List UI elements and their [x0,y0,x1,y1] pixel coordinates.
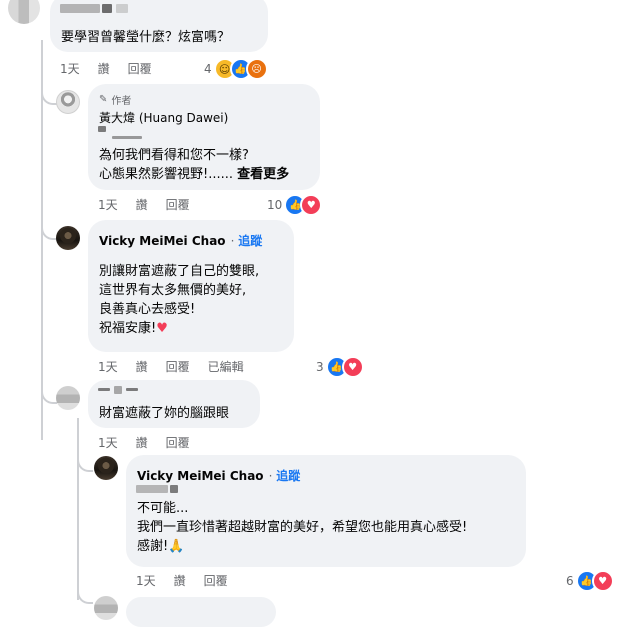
love-icon: ♥ [300,194,323,216]
comment-bubble: Vicky MeiMei Chao · 追蹤 不可能... 我們一直珍惜著超越財… [126,455,526,567]
comment-header: Vicky MeiMei Chao · 追蹤 [137,469,301,483]
redacted-mention [136,485,168,493]
redacted-name [116,4,128,13]
comment-actions: 1天 讚 回覆 已編輯 [98,358,244,375]
reaction-count: 3 [316,360,324,374]
comment-text: 良善真心去感受! [99,302,196,317]
timestamp[interactable]: 1天 [60,60,80,77]
like-button[interactable]: 讚 [136,434,148,451]
pray-emoji: 🙏 [168,539,185,554]
love-icon: ♥ [591,570,614,592]
comment-text: 感謝!🙏 [137,539,185,554]
thread-connector [41,85,57,105]
avatar[interactable] [56,226,80,250]
heart-emoji: ♥ [156,321,168,336]
avatar[interactable] [56,386,80,410]
redacted-name [102,4,112,13]
redacted-name [126,388,138,391]
follow-button[interactable]: 追蹤 [276,469,300,483]
angry-icon: ☹ [245,58,268,80]
reaction-summary[interactable]: 3 👍 ♥ [316,356,364,378]
reply-button[interactable]: 回覆 [166,358,190,375]
see-more-link[interactable]: 查看更多 [237,167,289,182]
avatar[interactable] [94,456,118,480]
timestamp[interactable]: 1天 [98,358,118,375]
comment-bubble: Vicky MeiMei Chao · 追蹤 別讓財富遮蔽了自己的雙眼, 這世界… [88,220,294,352]
thread-connector [77,450,93,472]
avatar[interactable] [56,90,80,114]
comment-text: 心態果然影響視野!...... 查看更多 [99,167,290,182]
reaction-count: 4 [204,62,212,76]
comment-text: 別讓財富遮蔽了自己的雙眼, [99,264,260,279]
timestamp[interactable]: 1天 [98,196,118,213]
reaction-summary[interactable]: 6 👍 ♥ [566,570,614,592]
comment-bubble: 財富遮蔽了妳的腦跟眼 [88,380,260,428]
redacted-name [60,4,100,13]
commenter-name[interactable]: Vicky MeiMei Chao [99,234,226,248]
avatar[interactable] [94,596,118,620]
reaction-summary[interactable]: 4 ☺ 👍 ☹ [204,58,268,80]
comment-text: 祝福安康!♥ [99,321,168,336]
comment-text: 為何我們看得和您不一樣? [99,148,249,163]
reply-button[interactable]: 回覆 [166,434,190,451]
comment-actions: 1天 讚 回覆 [136,572,228,589]
comment-actions: 1天 讚 回覆 [60,60,152,77]
comment-text: 這世界有太多無價的美好, [99,283,247,298]
comment-header: Vicky MeiMei Chao · 追蹤 [99,234,263,248]
thread-line [77,418,79,600]
comment-text: 財富遮蔽了妳的腦跟眼 [99,406,230,421]
comment-actions: 1天 讚 回覆 [98,196,190,213]
redacted-mention [170,485,178,493]
like-button[interactable]: 讚 [98,60,110,77]
like-button[interactable]: 讚 [174,572,186,589]
reaction-count: 10 [267,198,283,212]
comment-bubble: ✎ 作者 黃大煒 (Huang Dawei) 為何我們看得和您不一樣? 心態果然… [88,84,320,190]
edited-label[interactable]: 已編輯 [208,358,244,375]
reply-button[interactable]: 回覆 [166,196,190,213]
thread-connector [41,380,57,404]
reply-button[interactable]: 回覆 [204,572,228,589]
commenter-name[interactable]: Vicky MeiMei Chao [137,469,264,483]
comment-actions: 1天 讚 回覆 [98,434,190,451]
redacted-mention [98,126,106,132]
redacted-name [98,388,110,391]
comment-text: 不可能... [137,501,189,516]
thread-connector [41,220,57,240]
redacted-name [114,386,122,394]
love-icon: ♥ [341,356,364,378]
comment-text: 我們一直珍惜著超越財富的美好，希望您也能用真心感受! [137,520,468,535]
reaction-count: 6 [566,574,574,588]
timestamp[interactable]: 1天 [136,572,156,589]
timestamp[interactable]: 1天 [98,434,118,451]
comment-text: 要學習曾馨瑩什麼？炫富嗎？ [61,30,231,45]
pencil-icon: ✎ [99,94,108,105]
redacted-mention [112,136,142,139]
like-button[interactable]: 讚 [136,358,148,375]
author-badge: ✎ 作者 [99,94,132,107]
avatar[interactable] [8,0,40,24]
commenter-name[interactable]: 黃大煒 (Huang Dawei) [99,109,228,126]
like-button[interactable]: 讚 [136,196,148,213]
comment-bubble: 要學習曾馨瑩什麼？炫富嗎？ [50,0,268,52]
follow-button[interactable]: 追蹤 [238,234,262,248]
reaction-summary[interactable]: 10 👍 ♥ [267,194,323,216]
reply-button[interactable]: 回覆 [128,60,152,77]
